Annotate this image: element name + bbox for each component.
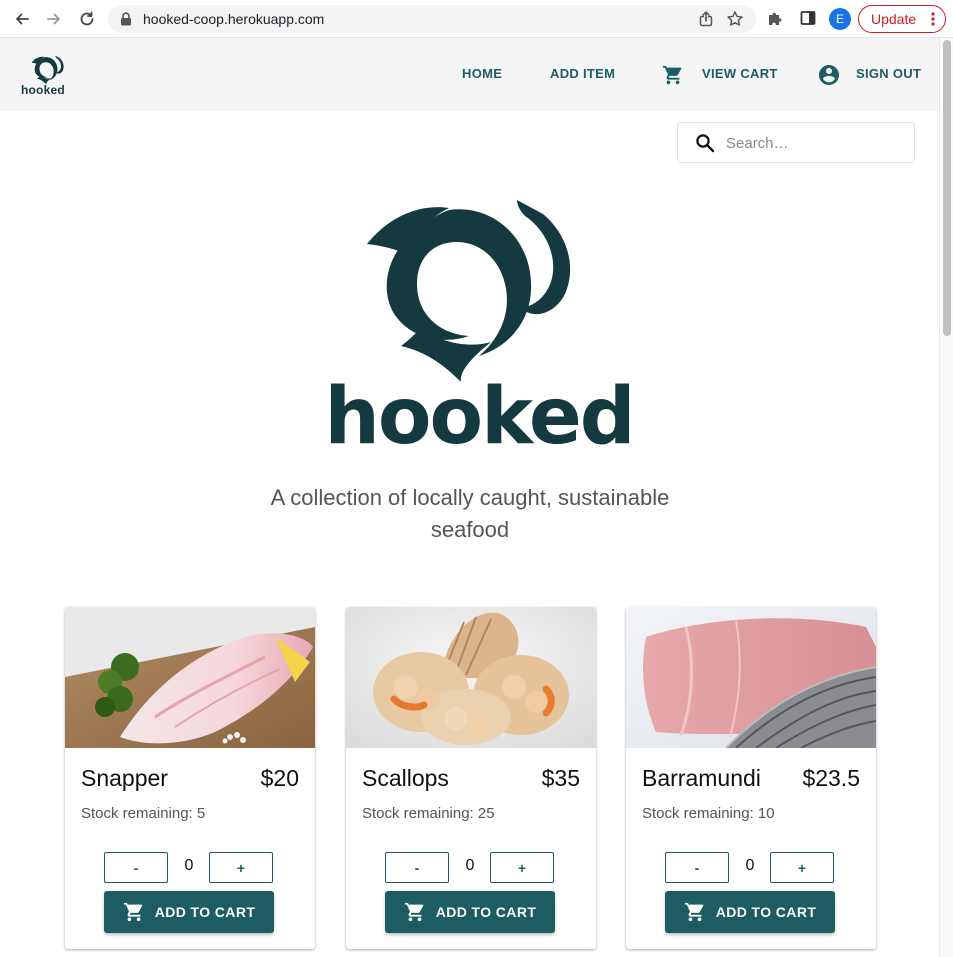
product-stock: Stock remaining: 5	[81, 805, 206, 822]
browser-toolbar: hooked-coop.herokuapp.com E Update	[0, 0, 953, 38]
cart-icon	[404, 902, 423, 922]
cart-icon	[123, 902, 142, 922]
cart-icon[interactable]	[662, 64, 684, 91]
hero-tagline: A collection of locally caught, sustaina…	[270, 485, 670, 542]
fish-hook-logo-icon	[31, 55, 64, 85]
app-header: hooked HOME ADD ITEM VIEW CART SIGN OUT	[0, 38, 939, 111]
nav-sign-out-link[interactable]: SIGN OUT	[856, 66, 921, 81]
scallops-image	[346, 607, 596, 748]
extensions-puzzle-icon[interactable]	[766, 9, 784, 32]
quantity-value: 0	[745, 857, 755, 874]
increase-quantity-button[interactable]: +	[490, 852, 554, 883]
add-to-cart-button[interactable]: ADD TO CART	[385, 891, 555, 933]
reload-icon[interactable]	[76, 8, 98, 30]
product-price: $35	[541, 765, 580, 791]
product-price: $23.5	[802, 765, 860, 791]
add-to-cart-button[interactable]: ADD TO CART	[104, 891, 274, 933]
cart-icon	[684, 902, 703, 922]
search-box[interactable]	[677, 122, 915, 163]
update-button[interactable]: Update	[858, 5, 946, 33]
page-scrollbar[interactable]	[939, 38, 953, 957]
add-to-cart-label: ADD TO CART	[154, 904, 256, 920]
brand-text: hooked	[21, 83, 65, 97]
url-text: hooked-coop.herokuapp.com	[143, 11, 325, 27]
product-stock: Stock remaining: 10	[642, 805, 775, 822]
product-name: Barramundi	[642, 765, 761, 791]
product-stock: Stock remaining: 25	[362, 805, 495, 822]
lock-icon	[120, 12, 132, 31]
add-to-cart-button[interactable]: ADD TO CART	[665, 891, 835, 933]
increase-quantity-button[interactable]: +	[209, 852, 273, 883]
address-bar[interactable]: hooked-coop.herokuapp.com	[108, 5, 756, 33]
nav-add-item-link[interactable]: ADD ITEM	[550, 66, 615, 81]
bookmark-star-icon[interactable]	[726, 10, 744, 33]
quantity-value: 0	[184, 857, 194, 874]
add-to-cart-label: ADD TO CART	[435, 904, 537, 920]
decrease-quantity-button[interactable]: -	[665, 852, 729, 883]
hero-fish-hook-logo-icon	[367, 200, 571, 382]
decrease-quantity-button[interactable]: -	[104, 852, 168, 883]
increase-quantity-button[interactable]: +	[770, 852, 834, 883]
profile-avatar[interactable]: E	[829, 8, 851, 30]
side-panel-icon[interactable]	[799, 9, 817, 32]
share-icon[interactable]	[697, 10, 715, 33]
product-name: Snapper	[81, 765, 168, 791]
product-price: $20	[260, 765, 299, 791]
nav-view-cart-link[interactable]: VIEW CART	[702, 66, 778, 81]
forward-icon[interactable]	[43, 8, 65, 30]
hero-wordmark: hooked	[324, 372, 635, 462]
menu-dots-icon	[931, 11, 935, 27]
update-label: Update	[871, 11, 917, 27]
snapper-image	[65, 607, 315, 748]
product-card-barramundi: Barramundi $23.5 Stock remaining: 10 - 0…	[626, 607, 876, 949]
product-card-snapper: Snapper $20 Stock remaining: 5 - 0 + ADD…	[65, 607, 315, 949]
product-name: Scallops	[362, 765, 449, 791]
quantity-value: 0	[465, 857, 475, 874]
scrollbar-thumb[interactable]	[943, 40, 951, 336]
account-circle-icon[interactable]	[817, 63, 841, 92]
product-card-scallops: Scallops $35 Stock remaining: 25 - 0 + A…	[346, 607, 596, 949]
barramundi-image	[626, 607, 876, 748]
decrease-quantity-button[interactable]: -	[385, 852, 449, 883]
search-icon	[695, 133, 715, 158]
add-to-cart-label: ADD TO CART	[715, 904, 817, 920]
brand-logo[interactable]: hooked	[20, 55, 76, 99]
search-input[interactable]	[726, 133, 906, 153]
back-icon[interactable]	[11, 8, 33, 30]
nav-home-link[interactable]: HOME	[462, 66, 502, 81]
